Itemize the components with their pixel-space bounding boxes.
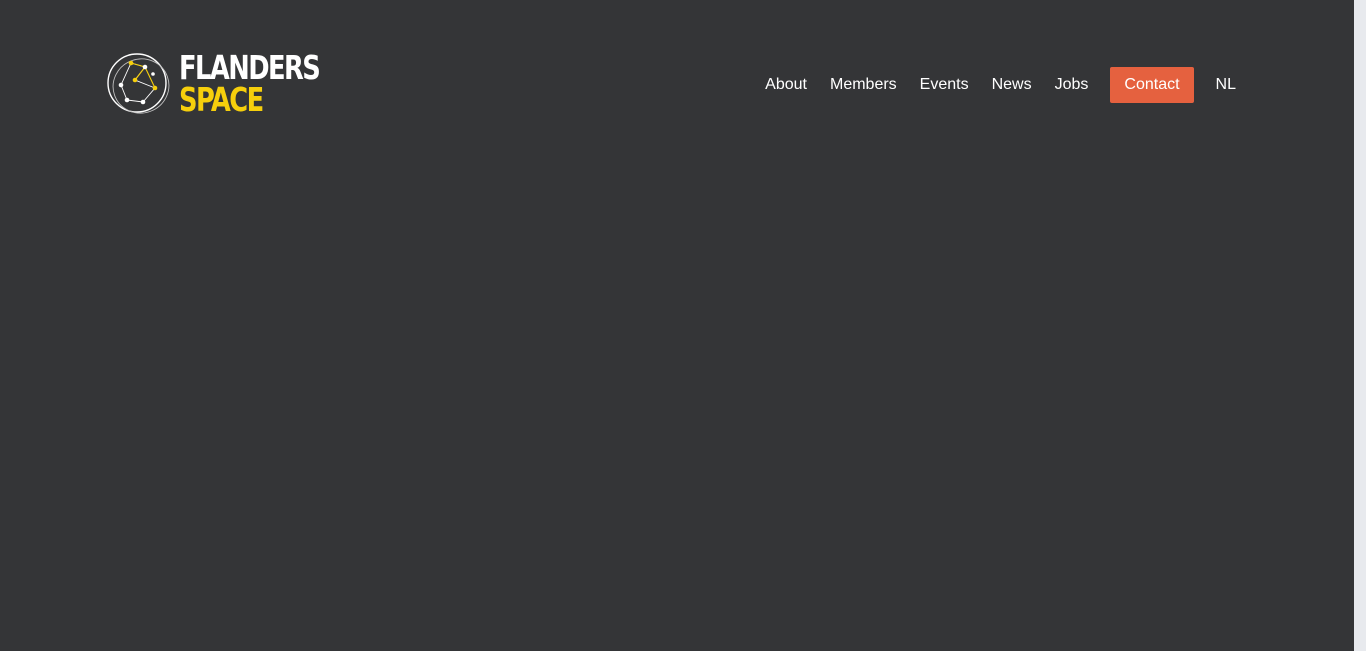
nav-members[interactable]: Members <box>830 67 897 103</box>
brand-wordmark: FLANDERS SPACE <box>179 51 321 119</box>
site-header: FLANDERS SPACE About Members Events News… <box>0 0 1354 170</box>
page-scrollbar[interactable] <box>1354 0 1366 651</box>
nav-about[interactable]: About <box>765 67 807 103</box>
nav-news[interactable]: News <box>992 67 1032 103</box>
language-switch-nl[interactable]: NL <box>1216 67 1236 103</box>
brand-line-2: SPACE <box>179 80 264 119</box>
nav-events[interactable]: Events <box>920 67 969 103</box>
contact-button[interactable]: Contact <box>1110 67 1194 103</box>
constellation-logo-icon <box>107 53 170 114</box>
nav-jobs[interactable]: Jobs <box>1055 67 1089 103</box>
main-nav: About Members Events News Jobs Contact N… <box>765 67 1236 103</box>
home-logo-link[interactable]: FLANDERS SPACE <box>107 50 359 116</box>
page: FLANDERS SPACE About Members Events News… <box>0 0 1354 651</box>
